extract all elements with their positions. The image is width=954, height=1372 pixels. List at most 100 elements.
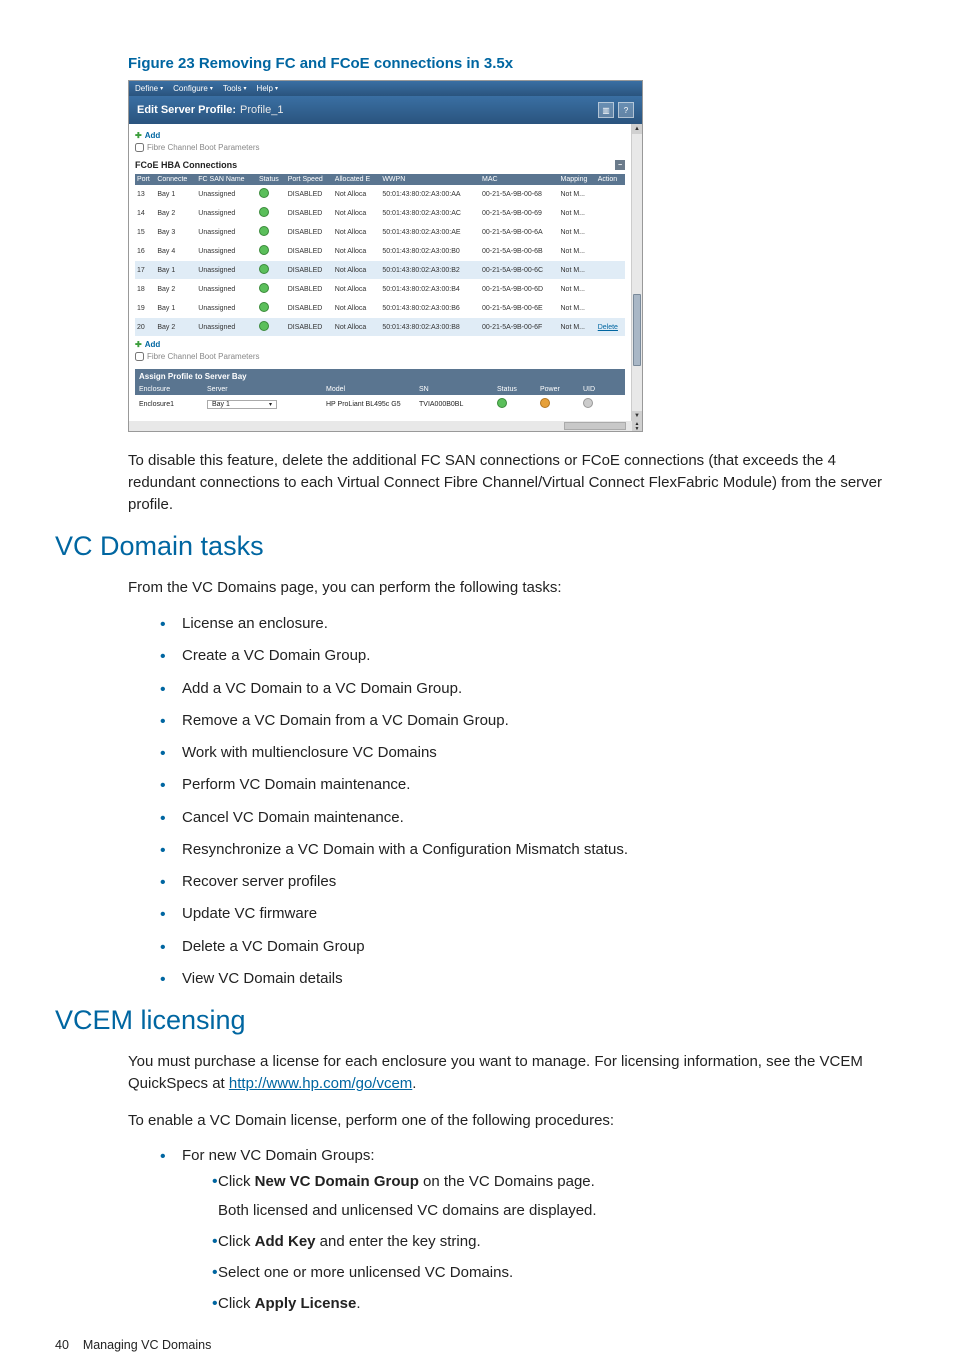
server-dropdown[interactable]: Bay 1▾	[203, 400, 296, 409]
list-item: Cancel VC Domain maintenance.	[160, 808, 899, 828]
status-ok-icon	[259, 321, 269, 331]
table-cell: 00-21-5A-9B-00-6D	[480, 280, 559, 299]
scroll-down-icon[interactable]: ▼	[632, 411, 642, 421]
table-cell: DISABLED	[286, 280, 333, 299]
checkbox[interactable]	[135, 352, 144, 361]
menu-help[interactable]: Help▾	[257, 84, 278, 93]
vc-domain-task-list: License an enclosure.Create a VC Domain …	[160, 614, 899, 989]
menu-define[interactable]: Define▾	[135, 84, 163, 93]
vcem-link[interactable]: http://www.hp.com/go/vcem	[229, 1075, 412, 1092]
table-cell	[596, 185, 625, 204]
table-cell: Bay 4	[155, 242, 196, 261]
table-row[interactable]: 15Bay 3UnassignedDISABLEDNot Alloca50:01…	[135, 223, 625, 242]
table-cell: Bay 2	[155, 318, 196, 337]
page-number: 40	[55, 1338, 69, 1352]
page-footer: 40 Managing VC Domains	[55, 1338, 899, 1352]
table-cell	[596, 223, 625, 242]
table-row[interactable]: 14Bay 2UnassignedDISABLEDNot Alloca50:01…	[135, 204, 625, 223]
table-cell: 50:01:43:80:02:A3:00:AA	[380, 185, 480, 204]
vertical-scrollbar[interactable]: ▲ ▼	[631, 124, 642, 421]
table-cell	[257, 242, 286, 261]
fc-boot-params-checkbox[interactable]: Fibre Channel Boot Parameters	[135, 143, 625, 152]
status-ok-icon	[259, 226, 269, 236]
plus-icon: ✚	[135, 340, 142, 349]
enclosure-cell: Enclosure1	[135, 401, 203, 408]
caret-down-icon: ▾	[244, 85, 247, 92]
scroll-thumb[interactable]	[633, 294, 641, 366]
table-cell	[257, 185, 286, 204]
table-cell: DISABLED	[286, 242, 333, 261]
table-cell: 50:01:43:80:02:A3:00:AC	[380, 204, 480, 223]
model-cell: HP ProLiant BL495c G5	[322, 401, 415, 408]
table-cell: Bay 1	[155, 299, 196, 318]
table-cell: Not M...	[559, 223, 596, 242]
table-cell: 15	[135, 223, 155, 242]
status-ok-icon	[497, 398, 507, 408]
power-icon[interactable]	[540, 398, 550, 408]
table-cell	[596, 242, 625, 261]
add-link-top[interactable]: ✚Add	[135, 131, 625, 140]
table-cell	[596, 299, 625, 318]
table-cell: 50:01:43:80:02:A3:00:B2	[380, 261, 480, 280]
add-link-bottom[interactable]: ✚Add	[135, 340, 625, 349]
column-header: Action	[596, 174, 625, 185]
table-row[interactable]: 13Bay 1UnassignedDISABLEDNot Alloca50:01…	[135, 185, 625, 204]
table-row[interactable]: 16Bay 4UnassignedDISABLEDNot Alloca50:01…	[135, 242, 625, 261]
list-item: License an enclosure.	[160, 614, 899, 634]
table-cell	[257, 261, 286, 280]
table-row[interactable]: 18Bay 2UnassignedDISABLEDNot Alloca50:01…	[135, 280, 625, 299]
h-scroll-thumb[interactable]	[564, 422, 626, 430]
paragraph-disable-feature: To disable this feature, delete the addi…	[128, 450, 899, 515]
status-ok-icon	[259, 264, 269, 274]
column-header: FC SAN Name	[196, 174, 257, 185]
table-cell: Unassigned	[196, 185, 257, 204]
list-item: Resynchronize a VC Domain with a Configu…	[160, 840, 899, 860]
print-icon[interactable]: ▥	[598, 102, 614, 118]
list-item: For new VC Domain Groups: Click New VC D…	[160, 1146, 899, 1313]
table-cell: Not M...	[559, 299, 596, 318]
table-cell: Bay 2	[155, 204, 196, 223]
scroll-up-icon[interactable]: ▲	[632, 124, 642, 134]
list-item: View VC Domain details	[160, 969, 899, 989]
column-header: WWPN	[380, 174, 480, 185]
horizontal-scrollbar[interactable]	[129, 421, 632, 431]
table-cell: Not Alloca	[333, 299, 381, 318]
table-cell: Not M...	[559, 242, 596, 261]
table-cell: Delete	[596, 318, 625, 337]
table-cell	[596, 280, 625, 299]
table-cell	[257, 204, 286, 223]
table-cell: 20	[135, 318, 155, 337]
plus-icon: ✚	[135, 131, 142, 140]
table-cell: 00-21-5A-9B-00-69	[480, 204, 559, 223]
checkbox[interactable]	[135, 143, 144, 152]
help-icon[interactable]: ?	[618, 102, 634, 118]
table-row[interactable]: 17Bay 1UnassignedDISABLEDNot Alloca50:01…	[135, 261, 625, 280]
table-cell: 00-21-5A-9B-00-6A	[480, 223, 559, 242]
list-item: Update VC firmware	[160, 904, 899, 924]
collapse-icon[interactable]: −	[615, 160, 625, 170]
figure-caption: Figure 23 Removing FC and FCoE connectio…	[128, 55, 899, 72]
table-cell: Unassigned	[196, 299, 257, 318]
list-item: Work with multienclosure VC Domains	[160, 743, 899, 763]
table-cell: DISABLED	[286, 223, 333, 242]
licensing-paragraph-1: You must purchase a license for each enc…	[128, 1051, 899, 1095]
table-cell: Not M...	[559, 185, 596, 204]
title-value: Profile_1	[240, 104, 283, 116]
embedded-screenshot: Define▾ Configure▾ Tools▾ Help▾ Edit Ser…	[128, 80, 643, 432]
menu-tools[interactable]: Tools▾	[223, 84, 247, 93]
assign-table-header: Enclosure Server Model SN Status Power U…	[135, 384, 625, 395]
step-3: Select one or more unlicensed VC Domains…	[212, 1262, 899, 1283]
table-row[interactable]: 19Bay 1UnassignedDISABLEDNot Alloca50:01…	[135, 299, 625, 318]
heading-vcem-licensing: VCEM licensing	[55, 1005, 899, 1036]
table-cell: Not M...	[559, 204, 596, 223]
delete-link[interactable]: Delete	[598, 324, 618, 331]
list-item: Add a VC Domain to a VC Domain Group.	[160, 679, 899, 699]
uid-icon[interactable]	[583, 398, 593, 408]
menu-configure[interactable]: Configure▾	[173, 84, 213, 93]
table-cell: Not Alloca	[333, 204, 381, 223]
fc-boot-params-checkbox-2[interactable]: Fibre Channel Boot Parameters	[135, 352, 625, 361]
table-cell: 50:01:43:80:02:A3:00:B8	[380, 318, 480, 337]
sn-cell: TVIA000B0BL	[415, 401, 493, 408]
table-cell: Not Alloca	[333, 318, 381, 337]
table-row[interactable]: 20Bay 2UnassignedDISABLEDNot Alloca50:01…	[135, 318, 625, 337]
